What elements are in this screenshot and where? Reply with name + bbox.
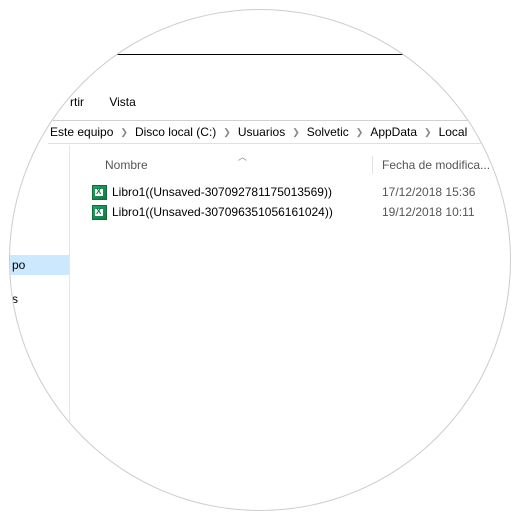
ribbon-tabs: rtir Vista [70, 95, 158, 109]
file-list: Libro1((Unsaved-307092781175013569)) 17/… [70, 182, 510, 222]
excel-file-icon [92, 185, 107, 200]
column-name[interactable]: Nombre [105, 158, 148, 172]
crumb-users[interactable]: Usuarios [238, 125, 285, 139]
column-type[interactable]: Tipo [508, 158, 510, 172]
crumb-appdata[interactable]: AppData [370, 125, 417, 139]
tab-view[interactable]: Vista [109, 95, 135, 109]
breadcrumb[interactable]: Este equipo ❯ Disco local (C:) ❯ Usuario… [48, 120, 510, 144]
column-headers: Nombre ︿ Fecha de modifica... Tipo [70, 152, 510, 178]
chevron-right-icon: ❯ [356, 127, 364, 138]
file-date: 17/12/2018 15:36 [382, 185, 475, 199]
file-type: Hoja d [508, 205, 510, 219]
chevron-right-icon: ❯ [292, 127, 300, 138]
sidebar-item-selected[interactable]: po [10, 255, 69, 275]
sort-asc-icon: ︿ [238, 150, 247, 163]
column-date[interactable]: Fecha de modifica... [382, 158, 490, 172]
file-date: 19/12/2018 10:11 [382, 205, 475, 219]
file-type: Hoja d [508, 185, 510, 199]
tab-share[interactable]: rtir [70, 95, 84, 109]
crumb-pc[interactable]: Este equipo [50, 125, 113, 139]
sidebar-nav: o po s [10, 145, 70, 510]
crumb-userfolder[interactable]: Solvetic [307, 125, 349, 139]
crumb-drive[interactable]: Disco local (C:) [135, 125, 216, 139]
list-item[interactable]: Libro1((Unsaved-307096351056161024)) 19/… [70, 202, 510, 222]
list-item[interactable]: Libro1((Unsaved-307092781175013569)) 17/… [70, 182, 510, 202]
file-name: Libro1((Unsaved-307092781175013569)) [112, 185, 332, 199]
crumb-local[interactable]: Local [439, 125, 468, 139]
chevron-right-icon: ❯ [223, 127, 231, 138]
file-name: Libro1((Unsaved-307096351056161024)) [112, 205, 333, 219]
excel-file-icon [92, 205, 107, 220]
sidebar-item[interactable]: s [10, 289, 69, 309]
chevron-right-icon: ❯ [424, 127, 432, 138]
sidebar-item[interactable]: o [10, 160, 69, 180]
chevron-right-icon: ❯ [120, 127, 128, 138]
